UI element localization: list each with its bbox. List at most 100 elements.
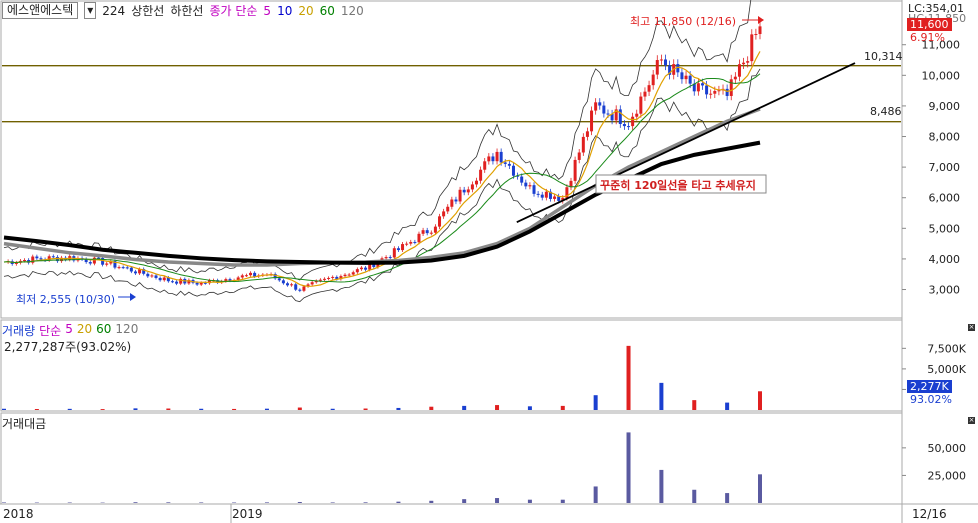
candle-body	[199, 282, 203, 285]
candle-body	[705, 85, 709, 95]
stock-name-box[interactable]: 에스앤에스텍	[2, 2, 79, 19]
candle-body	[310, 282, 314, 285]
candle-body	[442, 211, 446, 217]
volume-panel-header: 거래량 단순 5 20 60 120	[2, 322, 138, 339]
candle-body	[125, 267, 129, 269]
amount-bar	[626, 432, 631, 503]
candle-body	[351, 272, 355, 275]
candle-body	[581, 136, 585, 153]
level-upper-label: 10,314	[864, 50, 903, 63]
lower-limit-label: 하한선	[170, 4, 204, 18]
candle-body	[524, 182, 528, 187]
candle-body	[536, 193, 540, 195]
amount-bar	[560, 499, 565, 503]
candle-body	[203, 282, 207, 284]
candle-body	[417, 233, 421, 243]
volume-bar	[232, 408, 237, 410]
candle-body	[688, 75, 692, 84]
candle-body	[639, 96, 643, 114]
volume-bar	[462, 405, 467, 410]
candle-body	[462, 189, 466, 193]
candle-body	[709, 93, 713, 95]
volume-bar	[199, 408, 204, 410]
price-y-tick-label: 6,000	[929, 192, 961, 205]
volume-bar	[363, 408, 368, 410]
high-arrow-head	[758, 16, 764, 24]
close-icon[interactable]: ×	[968, 324, 975, 331]
candle-body	[388, 257, 392, 259]
price-y-tick-label: 7,000	[929, 161, 961, 174]
candle-body	[240, 275, 244, 278]
x-label-current: 12/16	[912, 507, 947, 521]
ma-20: 20	[298, 3, 314, 18]
x-label-2019: 2019	[232, 507, 263, 521]
candle-body	[277, 278, 281, 281]
candle-body	[664, 59, 667, 66]
amount-bar	[593, 486, 598, 503]
price-y-tick-label: 3,000	[929, 284, 961, 297]
price-y-tick-label: 8,000	[929, 131, 961, 144]
candle-body	[327, 277, 331, 279]
candle-body	[491, 156, 495, 162]
low-annotation: 최저 2,555 (10/30)	[16, 293, 116, 306]
amount-bar	[166, 502, 171, 503]
x-label-2018: 2018	[3, 507, 34, 521]
candle-body	[659, 59, 663, 61]
candle-body	[438, 216, 442, 227]
ma-10: 10	[277, 3, 293, 18]
stock-code: 224	[102, 3, 126, 18]
candle-body	[413, 241, 417, 243]
volume-bar	[100, 409, 105, 410]
amount-panel-header: 거래대금	[2, 415, 46, 432]
candle-body	[35, 256, 39, 259]
candle-body	[742, 62, 746, 65]
amount-bar	[692, 489, 697, 503]
amount-bar	[527, 499, 532, 503]
volume-bar	[264, 408, 269, 410]
candle-body	[511, 165, 515, 176]
candle-body	[249, 272, 253, 276]
candle-body	[585, 131, 589, 137]
chevron-down-icon[interactable]: ▾	[84, 2, 97, 19]
candle-body	[253, 272, 257, 277]
candle-body	[433, 226, 437, 233]
volume-bar	[133, 408, 138, 410]
candle-body	[503, 162, 507, 164]
amount-bar	[363, 502, 368, 503]
close-icon[interactable]: ×	[968, 417, 975, 424]
candle-body	[454, 199, 458, 202]
candle-body	[631, 116, 635, 127]
chart-header: 에스앤에스텍 ▾ 224 상한선 하한선 종가 단순 5 10 20 60 12…	[2, 2, 364, 19]
candle-body	[635, 113, 639, 117]
candle-body	[750, 34, 754, 62]
candle-body	[602, 105, 606, 114]
candle-body	[446, 206, 450, 212]
price-y-tick-label: 10,000	[922, 69, 961, 82]
ma-label: 종가 단순	[209, 4, 258, 18]
amount-bar	[659, 469, 664, 503]
trend-annotation: 꾸준히 120일선을 타고 추세유지	[600, 179, 756, 192]
volume-bar	[67, 408, 72, 410]
price-panel-frame	[0, 0, 903, 319]
volume-title: 거래량	[2, 324, 36, 338]
candle-body	[384, 257, 388, 259]
candle-body	[700, 83, 704, 86]
candle-body	[154, 275, 158, 278]
candle-body	[359, 267, 363, 270]
candle-body	[470, 184, 474, 190]
candle-body	[528, 185, 532, 187]
amount-y-tick-label: 50,000	[928, 442, 967, 455]
candle-body	[294, 284, 298, 290]
candle-body	[105, 263, 109, 265]
candle-body	[557, 196, 561, 201]
volume-y-tick-label: 5,000K	[927, 363, 966, 376]
trend-line	[516, 62, 856, 224]
candle-body	[577, 152, 581, 160]
volume-bar	[758, 391, 762, 410]
stock-chart: 3,000 4,000 5,000 6,000 7,000 8,000 9,000 10,00…	[0, 0, 978, 523]
candle-body	[598, 102, 602, 106]
candle-body	[133, 271, 137, 274]
price-y-tick-label: 9,000	[929, 100, 961, 113]
candle-body	[290, 284, 294, 286]
volume-bar	[659, 382, 664, 410]
